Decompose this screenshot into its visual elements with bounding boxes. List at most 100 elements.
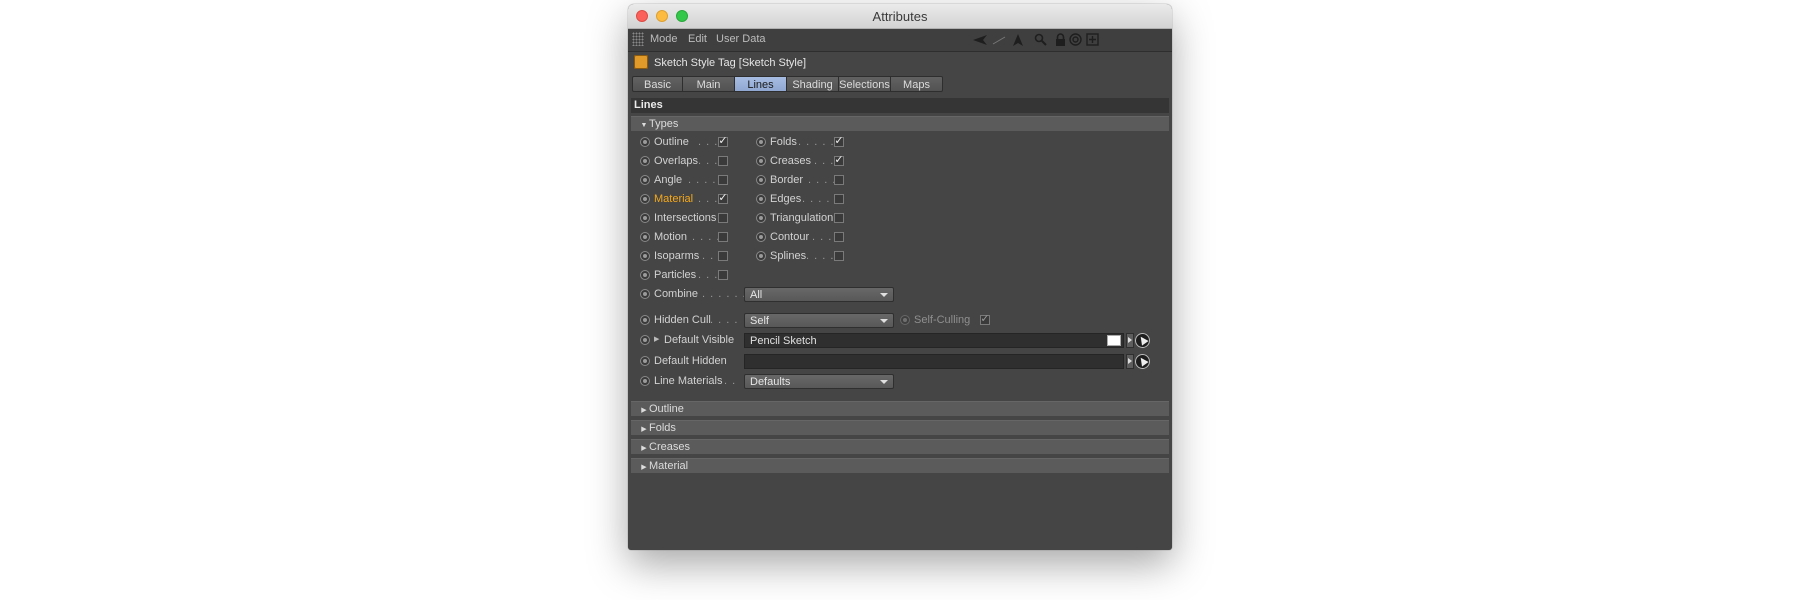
hidden-cull-dropdown[interactable]: Self: [744, 313, 894, 328]
type-label: Creases: [770, 155, 811, 167]
type-checkbox-edges[interactable]: [834, 194, 844, 204]
animate-radio-icon[interactable]: [640, 251, 650, 261]
object-header: Sketch Style Tag [Sketch Style]: [628, 52, 1172, 74]
expand-triangle-icon[interactable]: ▶: [654, 333, 659, 347]
type-checkbox-material[interactable]: ✓: [718, 193, 728, 204]
type-row-particles: Particles . . .: [640, 268, 740, 282]
group-creases-label: Creases: [649, 441, 690, 453]
type-label: Isoparms: [654, 250, 700, 262]
tab-selections[interactable]: Selections: [839, 76, 891, 92]
animate-radio-icon[interactable]: [756, 175, 766, 185]
type-checkbox-motion[interactable]: [718, 232, 728, 242]
expanded-triangle-icon: ▼: [640, 122, 648, 129]
combine-dropdown[interactable]: All: [744, 287, 894, 302]
animate-radio-icon[interactable]: [640, 175, 650, 185]
default-hidden-field[interactable]: [744, 354, 1124, 369]
animate-radio-icon[interactable]: [640, 194, 650, 204]
type-dots: . . . .: [692, 231, 721, 243]
default-visible-row: ▶ Default Visible: [640, 333, 744, 347]
target-icon[interactable]: [1067, 31, 1084, 48]
default-hidden-picker-icon[interactable]: [1135, 354, 1150, 369]
type-label: Material: [654, 193, 694, 205]
type-checkbox-folds[interactable]: ✓: [834, 136, 844, 147]
type-dots: . . . .: [808, 174, 837, 186]
type-checkbox-border[interactable]: [834, 175, 844, 185]
combine-dots: . . . . . .: [702, 288, 747, 300]
default-hidden-menu-arrow-icon[interactable]: [1126, 354, 1134, 369]
animate-radio-icon[interactable]: [640, 376, 650, 386]
menu-edit[interactable]: Edit: [688, 33, 707, 45]
animate-radio-icon[interactable]: [640, 232, 650, 242]
hidden-cull-label: Hidden Cull: [654, 314, 711, 326]
animate-radio-icon[interactable]: [756, 251, 766, 261]
type-checkbox-angle[interactable]: [718, 175, 728, 185]
type-dots: . . .: [812, 231, 833, 243]
animate-radio-icon[interactable]: [640, 137, 650, 147]
type-checkbox-isoparms[interactable]: [718, 251, 728, 261]
type-row-material: Material . . . ✓: [640, 192, 740, 206]
type-checkbox-creases[interactable]: ✓: [834, 155, 844, 166]
animate-radio-icon[interactable]: [900, 315, 910, 325]
new-panel-icon[interactable]: [1084, 31, 1101, 48]
collapsed-triangle-icon: ▶: [641, 426, 647, 433]
self-culling-label: Self-Culling: [914, 314, 971, 326]
chevron-down-icon: [880, 319, 888, 323]
tab-basic[interactable]: Basic: [632, 76, 683, 92]
animate-radio-icon[interactable]: [640, 213, 650, 223]
animate-radio-icon[interactable]: [756, 213, 766, 223]
tab-lines[interactable]: Lines: [735, 76, 787, 92]
search-icon[interactable]: [1032, 31, 1049, 48]
type-checkbox-outline[interactable]: ✓: [718, 136, 728, 147]
tab-main[interactable]: Main: [683, 76, 735, 92]
group-folds[interactable]: ▶ Folds: [631, 420, 1169, 435]
group-types-label: Types: [649, 118, 679, 130]
animate-radio-icon[interactable]: [640, 335, 650, 345]
group-material[interactable]: ▶ Material: [631, 458, 1169, 473]
animate-radio-icon[interactable]: [756, 232, 766, 242]
title-bar[interactable]: Attributes: [628, 4, 1172, 29]
type-checkbox-intersections[interactable]: [718, 213, 728, 223]
type-checkbox-particles[interactable]: [718, 270, 728, 280]
material-preview-icon: [1107, 335, 1121, 346]
grip-icon[interactable]: [632, 32, 644, 46]
group-types[interactable]: ▼ Types: [631, 116, 1169, 131]
default-visible-menu-arrow-icon[interactable]: [1126, 333, 1134, 348]
default-hidden-label: Default Hidden: [654, 355, 727, 367]
chevron-down-icon: [880, 293, 888, 297]
tab-maps[interactable]: Maps: [891, 76, 943, 92]
type-dots: . . . .: [806, 250, 835, 262]
animate-radio-icon[interactable]: [640, 315, 650, 325]
animate-radio-icon[interactable]: [756, 156, 766, 166]
type-checkbox-triangulation[interactable]: [834, 213, 844, 223]
forward-arrow-icon[interactable]: [990, 31, 1007, 48]
menu-user-data[interactable]: User Data: [716, 33, 766, 45]
animate-radio-icon[interactable]: [756, 137, 766, 147]
type-row-contour: Contour . . .: [756, 230, 856, 244]
line-materials-dropdown[interactable]: Defaults: [744, 374, 894, 389]
animate-radio-icon[interactable]: [640, 356, 650, 366]
group-creases[interactable]: ▶ Creases: [631, 439, 1169, 454]
animate-radio-icon[interactable]: [756, 194, 766, 204]
type-checkbox-overlaps[interactable]: [718, 156, 728, 166]
type-label: Border: [770, 174, 804, 186]
animate-radio-icon[interactable]: [640, 289, 650, 299]
back-arrow-icon[interactable]: [971, 31, 988, 48]
type-row-splines: Splines . . . .: [756, 249, 856, 263]
default-visible-field[interactable]: Pencil Sketch: [744, 333, 1124, 348]
default-visible-picker-icon[interactable]: [1135, 333, 1150, 348]
type-label: Edges: [770, 193, 802, 205]
self-culling-row: Self-Culling ✓: [900, 313, 1000, 327]
type-label: Particles: [654, 269, 697, 281]
type-row-angle: Angle . . . . .: [640, 173, 740, 187]
group-outline[interactable]: ▶ Outline: [631, 401, 1169, 416]
animate-radio-icon[interactable]: [640, 270, 650, 280]
up-arrow-icon[interactable]: [1009, 31, 1026, 48]
menu-mode[interactable]: Mode: [650, 33, 678, 45]
type-row-isoparms: Isoparms . .: [640, 249, 740, 263]
type-checkbox-contour[interactable]: [834, 232, 844, 242]
animate-radio-icon[interactable]: [640, 156, 650, 166]
type-checkbox-splines[interactable]: [834, 251, 844, 261]
combine-label: Combine: [654, 288, 699, 300]
self-culling-checkbox[interactable]: ✓: [980, 314, 990, 325]
tab-shading[interactable]: Shading: [787, 76, 839, 92]
